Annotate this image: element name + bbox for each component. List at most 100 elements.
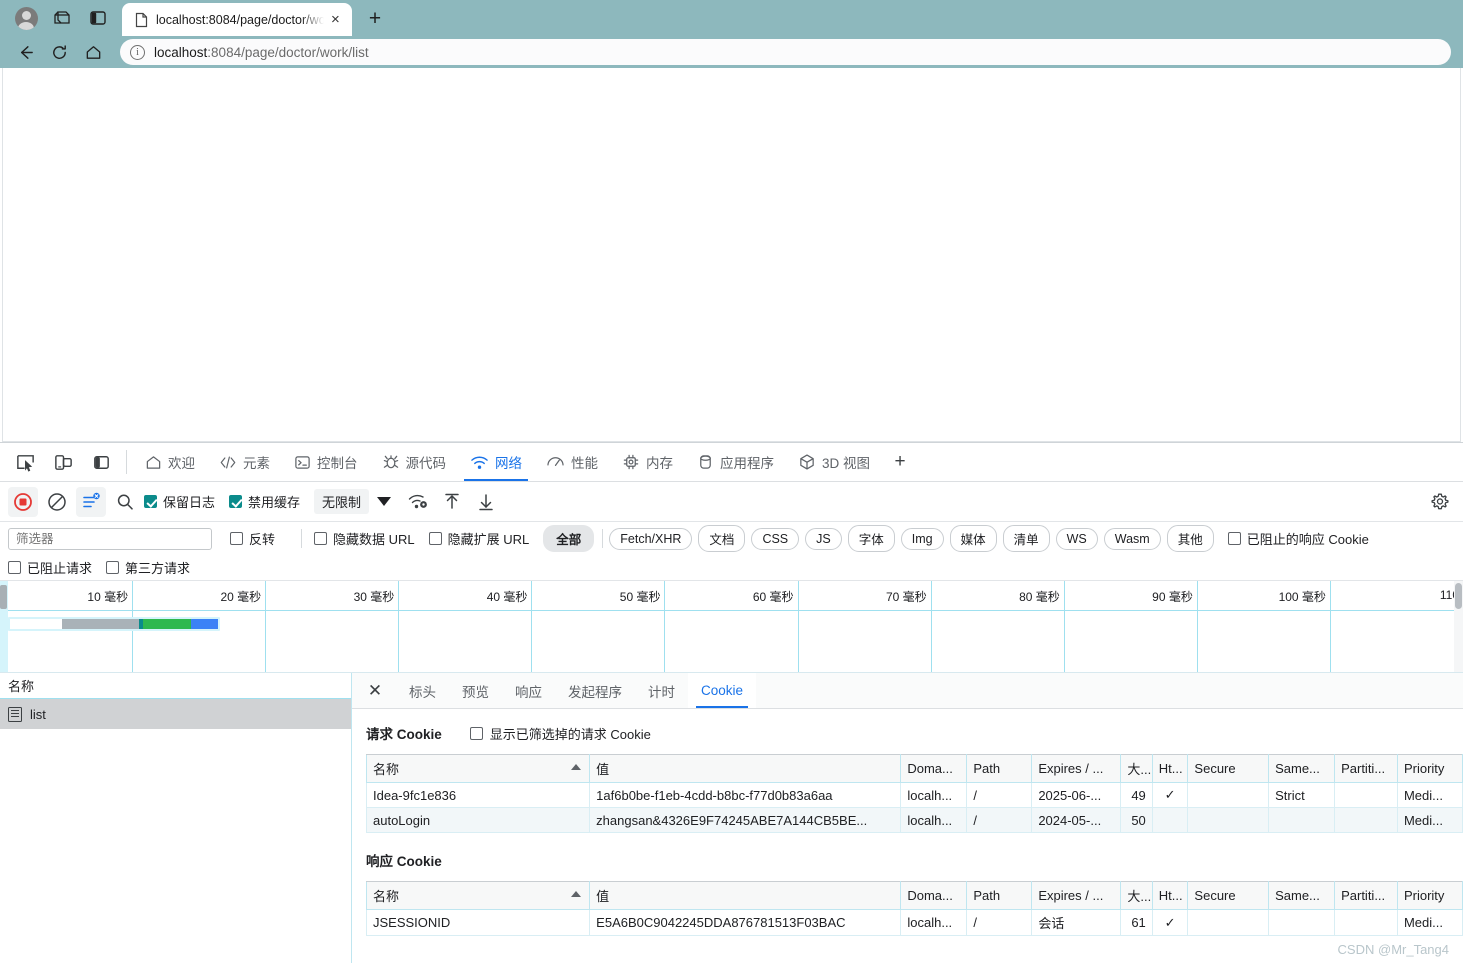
tab-console[interactable]: 控制台 — [282, 443, 370, 481]
device-toolbar-button[interactable] — [44, 443, 82, 481]
col-priority[interactable]: Priority — [1396, 754, 1463, 783]
filter-type-manifest[interactable]: 清单 — [1002, 525, 1050, 552]
new-tab-button[interactable]: + — [361, 5, 389, 33]
tab-memory[interactable]: 内存 — [610, 443, 685, 481]
profile-button[interactable] — [8, 3, 44, 33]
detail-tab-preview[interactable]: 预览 — [449, 673, 502, 708]
network-conditions-button[interactable] — [403, 487, 433, 517]
tab-3dview[interactable]: 3D 视图 — [786, 443, 882, 481]
filter-type-font[interactable]: 字体 — [847, 525, 895, 552]
split-screen-icon — [90, 11, 106, 25]
network-overview-timeline[interactable]: 10 毫秒 20 毫秒 30 毫秒 40 毫秒 50 毫秒 60 毫秒 70 毫… — [0, 581, 1463, 673]
col-value[interactable]: 值 — [589, 881, 902, 910]
col-priority[interactable]: Priority — [1396, 881, 1463, 910]
inspect-element-button[interactable] — [6, 443, 44, 481]
timeline-scrollbar[interactable] — [1454, 581, 1463, 672]
col-secure[interactable]: Secure — [1187, 881, 1270, 910]
browser-tab[interactable]: localhost:8084/page/doctor/work/list × — [122, 3, 352, 36]
dock-side-button[interactable] — [82, 443, 120, 481]
throttling-select[interactable]: 无限制 — [314, 489, 370, 514]
detail-tab-headers[interactable]: 标头 — [396, 673, 449, 708]
col-size[interactable]: 大... — [1120, 881, 1153, 910]
tab-network[interactable]: 网络 — [458, 443, 534, 481]
filter-type-img[interactable]: Img — [900, 527, 944, 550]
filter-type-wasm[interactable]: Wasm — [1103, 527, 1161, 550]
filter-type-doc[interactable]: 文档 — [698, 525, 746, 552]
back-button[interactable] — [8, 38, 42, 66]
devtools-tabbar: 欢迎 元素 控制台 源代码 网络 性能 内存 应用程序 3D 视图 + — [0, 443, 1463, 482]
cell-expires: 2024-05-... — [1031, 807, 1122, 833]
scrollbar-thumb[interactable] — [1455, 583, 1462, 609]
col-size[interactable]: 大... — [1120, 754, 1153, 783]
record-button[interactable] — [8, 486, 38, 517]
close-icon[interactable]: ✕ — [354, 673, 396, 708]
filter-type-media[interactable]: 媒体 — [949, 525, 997, 552]
preserve-log-checkbox[interactable]: 保留日志 — [144, 492, 215, 511]
url-host: localhost — [154, 44, 208, 60]
reload-button[interactable] — [42, 38, 76, 66]
filter-toggle-button[interactable] — [76, 486, 106, 517]
filter-type-other[interactable]: 其他 — [1166, 525, 1214, 552]
col-path[interactable]: Path — [966, 754, 1033, 783]
detail-tab-initiator[interactable]: 发起程序 — [555, 673, 635, 708]
timeline-drag-handle[interactable] — [0, 585, 7, 609]
col-secure[interactable]: Secure — [1187, 754, 1270, 783]
info-icon[interactable]: i — [130, 44, 145, 60]
chevron-down-icon[interactable] — [377, 497, 392, 506]
blocked-requests-checkbox[interactable]: 已阻止请求 — [8, 558, 92, 577]
collections-button[interactable] — [44, 3, 80, 33]
tab-elements[interactable]: 元素 — [207, 443, 282, 481]
col-partition[interactable]: Partiti... — [1334, 881, 1398, 910]
filter-type-css[interactable]: CSS — [751, 527, 800, 550]
search-button[interactable] — [110, 487, 140, 517]
table-row[interactable]: Idea-9fc1e836 1af6b0be-f1eb-4cdd-b8bc-f7… — [365, 782, 1463, 808]
add-panel-button[interactable]: + — [882, 443, 918, 481]
table-row[interactable]: autoLogin zhangsan&4326E9F74245ABE7A144C… — [365, 807, 1463, 833]
request-list-header[interactable]: 名称 — [0, 673, 351, 699]
page-viewport[interactable] — [2, 68, 1461, 442]
tab-sources[interactable]: 源代码 — [370, 443, 459, 481]
home-button[interactable] — [76, 38, 110, 66]
blocked-response-cookies-checkbox[interactable]: 已阻止的响应 Cookie — [1227, 529, 1369, 548]
third-party-requests-checkbox[interactable]: 第三方请求 — [106, 558, 190, 577]
col-httponly[interactable]: Ht... — [1151, 881, 1189, 910]
col-expires[interactable]: Expires / ... — [1031, 754, 1122, 783]
split-screen-button[interactable] — [80, 3, 116, 33]
url-bar[interactable]: i localhost:8084/page/doctor/work/list — [120, 39, 1451, 65]
disable-cache-checkbox[interactable]: 禁用缓存 — [229, 492, 300, 511]
col-name[interactable]: 名称 — [365, 881, 591, 910]
filter-type-all[interactable]: 全部 — [543, 525, 595, 552]
table-row[interactable]: JSESSIONID E5A6B0C9042245DDA876781513F03… — [365, 909, 1463, 936]
col-value[interactable]: 值 — [589, 754, 902, 783]
tab-application[interactable]: 应用程序 — [685, 443, 786, 481]
table-row[interactable]: list — [0, 699, 351, 729]
timeline-left-selector[interactable] — [0, 581, 8, 672]
col-name[interactable]: 名称 — [365, 754, 591, 783]
col-domain[interactable]: Doma... — [900, 754, 968, 783]
col-expires[interactable]: Expires / ... — [1031, 881, 1122, 910]
col-partition[interactable]: Partiti... — [1334, 754, 1398, 783]
tab-performance[interactable]: 性能 — [534, 443, 610, 481]
invert-checkbox[interactable]: 反转 — [230, 529, 275, 548]
filter-type-ws[interactable]: WS — [1055, 527, 1098, 550]
filter-type-fetch-xhr[interactable]: Fetch/XHR — [609, 527, 693, 550]
clear-button[interactable] — [42, 487, 72, 517]
col-samesite[interactable]: Same... — [1268, 754, 1336, 783]
col-httponly[interactable]: Ht... — [1151, 754, 1189, 783]
detail-tab-response[interactable]: 响应 — [502, 673, 555, 708]
col-domain[interactable]: Doma... — [900, 881, 968, 910]
detail-tab-timing[interactable]: 计时 — [635, 673, 688, 708]
export-har-button[interactable] — [471, 487, 501, 517]
settings-button[interactable] — [1425, 487, 1455, 517]
hide-data-urls-checkbox[interactable]: 隐藏数据 URL — [314, 529, 415, 548]
col-samesite[interactable]: Same... — [1268, 881, 1336, 910]
filter-type-js[interactable]: JS — [805, 527, 842, 550]
close-icon[interactable]: × — [331, 12, 340, 27]
show-filtered-cookies-checkbox[interactable]: 显示已筛选掉的请求 Cookie — [469, 724, 651, 743]
filter-input[interactable] — [8, 527, 212, 550]
tab-welcome[interactable]: 欢迎 — [133, 443, 207, 481]
hide-extension-urls-checkbox[interactable]: 隐藏扩展 URL — [428, 529, 529, 548]
col-path[interactable]: Path — [966, 881, 1033, 910]
detail-tab-cookie[interactable]: Cookie — [688, 673, 757, 708]
import-har-button[interactable] — [437, 487, 467, 517]
